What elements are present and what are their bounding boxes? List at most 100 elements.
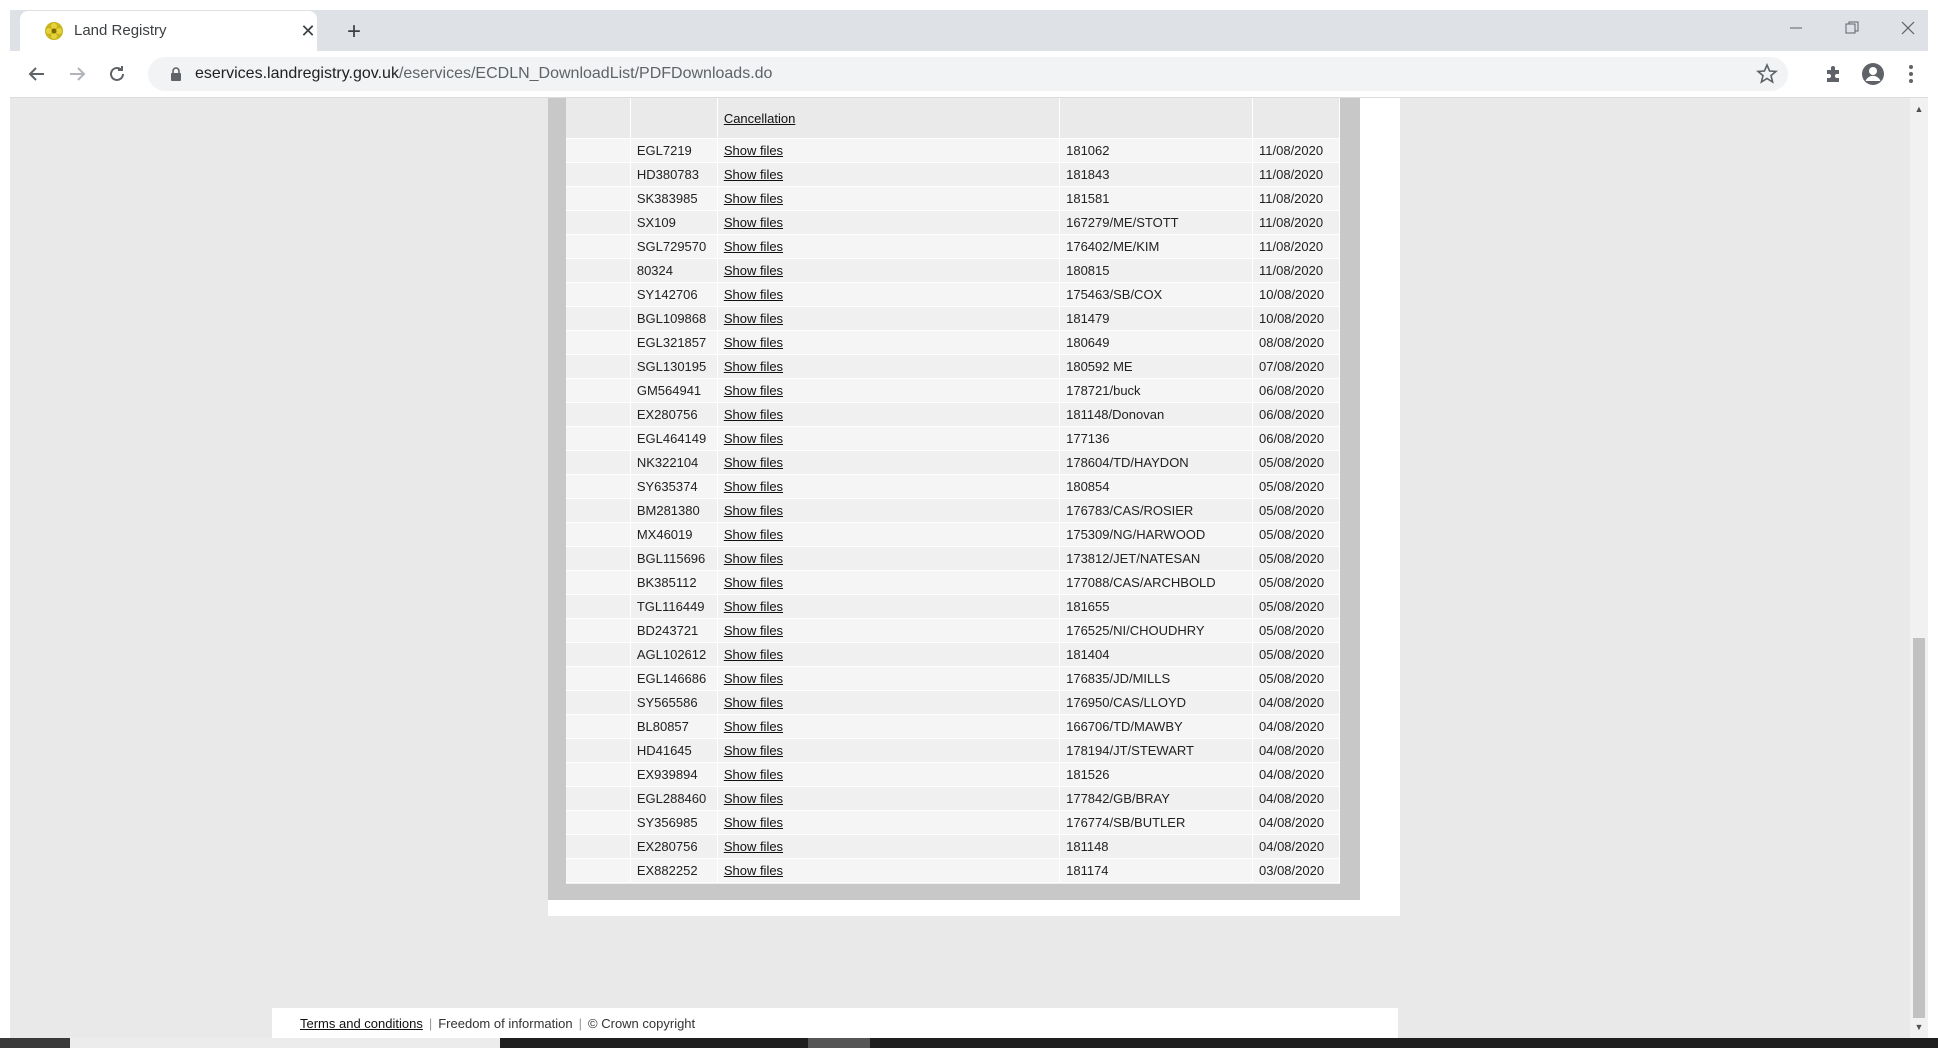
- extensions-puzzle-icon[interactable]: [1818, 59, 1848, 89]
- show-files-link[interactable]: Show files: [724, 599, 783, 614]
- scroll-up-arrow-icon[interactable]: ▲: [1910, 100, 1928, 118]
- cancellation-sort-link[interactable]: Cancellation: [724, 111, 796, 126]
- terms-link[interactable]: Terms and conditions: [300, 1016, 423, 1031]
- taskbar-start-area[interactable]: [0, 1038, 70, 1048]
- show-files-link[interactable]: Show files: [724, 815, 783, 830]
- show-files-link[interactable]: Show files: [724, 503, 783, 518]
- date-cell-text: 06/08/2020: [1259, 431, 1325, 446]
- close-tab-icon[interactable]: ✕: [297, 20, 319, 42]
- row-blank-cell: [566, 666, 631, 691]
- show-files-cell: Show files: [717, 786, 1061, 811]
- show-files-cell: Show files: [717, 834, 1061, 859]
- minimize-icon[interactable]: [1778, 14, 1814, 42]
- show-files-link[interactable]: Show files: [724, 167, 783, 182]
- reference-cell: 181581: [1059, 186, 1253, 211]
- show-files-link[interactable]: Show files: [724, 671, 783, 686]
- show-files-link[interactable]: Show files: [724, 143, 783, 158]
- reference-cell-text: 181148: [1066, 839, 1109, 854]
- scrollbar-thumb[interactable]: [1913, 638, 1925, 1018]
- show-files-link[interactable]: Show files: [724, 719, 783, 734]
- show-files-link[interactable]: Show files: [724, 767, 783, 782]
- show-files-link[interactable]: Show files: [724, 287, 783, 302]
- title-number-cell-text: EX939894: [636, 767, 698, 782]
- show-files-link[interactable]: Show files: [724, 551, 783, 566]
- reference-cell-text: 177088/CAS/ARCHBOLD: [1066, 575, 1216, 590]
- reference-cell: 176835/JD/MILLS: [1059, 666, 1253, 691]
- reference-cell: 181062: [1059, 138, 1253, 163]
- title-number-cell: EGL464149: [630, 426, 718, 451]
- show-files-link[interactable]: Show files: [724, 479, 783, 494]
- show-files-link[interactable]: Show files: [724, 191, 783, 206]
- more-menu-icon[interactable]: [1896, 59, 1926, 89]
- reference-cell: 181479: [1059, 306, 1253, 331]
- show-files-link[interactable]: Show files: [724, 839, 783, 854]
- table-row: SX109 Show files 167279/ME/STOTT 11/08/2020: [566, 210, 1340, 235]
- header-cell-date: [1252, 98, 1340, 139]
- table-row: 80324 Show files 180815 11/08/2020: [566, 258, 1340, 283]
- reference-cell: 181174: [1059, 858, 1253, 883]
- show-files-link[interactable]: Show files: [724, 359, 783, 374]
- profile-avatar-icon[interactable]: [1858, 59, 1888, 89]
- reference-cell: 178194/JT/STEWART: [1059, 738, 1253, 763]
- scroll-down-arrow-icon[interactable]: ▼: [1910, 1018, 1928, 1036]
- row-blank-cell: [566, 570, 631, 595]
- show-files-link[interactable]: Show files: [724, 743, 783, 758]
- show-files-link[interactable]: Show files: [724, 863, 783, 878]
- reload-icon[interactable]: [102, 59, 132, 89]
- address-bar[interactable]: eservices.landregistry.gov.uk/eservices/…: [148, 57, 1788, 91]
- show-files-link[interactable]: Show files: [724, 647, 783, 662]
- row-blank-cell: [566, 474, 631, 499]
- restore-icon[interactable]: [1834, 14, 1870, 42]
- show-files-link[interactable]: Show files: [724, 407, 783, 422]
- table-row: SY356985 Show files 176774/SB/BUTLER 04/08/…: [566, 810, 1340, 835]
- title-number-cell: SY565586: [630, 690, 718, 715]
- show-files-link[interactable]: Show files: [724, 455, 783, 470]
- show-files-cell: Show files: [717, 138, 1061, 163]
- row-blank-cell: [566, 234, 631, 259]
- taskbar-search-box[interactable]: [70, 1038, 500, 1048]
- show-files-link[interactable]: Show files: [724, 623, 783, 638]
- table-row: EGL146686 Show files 176835/JD/MILLS 05/08/…: [566, 666, 1340, 691]
- show-files-link[interactable]: Show files: [724, 239, 783, 254]
- bookmark-star-icon[interactable]: [1756, 63, 1778, 85]
- title-number-cell: AGL102612: [630, 642, 718, 667]
- title-number-cell-text: SY356985: [636, 815, 698, 830]
- table-row: EX939894 Show files 181526 04/08/2020: [566, 762, 1340, 787]
- show-files-link[interactable]: Show files: [724, 383, 783, 398]
- taskbar-active-app[interactable]: [808, 1038, 870, 1048]
- reference-cell-text: 175463/SB/COX: [1066, 287, 1163, 302]
- reference-cell: 181655: [1059, 594, 1253, 619]
- show-files-link[interactable]: Show files: [724, 791, 783, 806]
- date-cell-text: 11/08/2020: [1259, 215, 1324, 230]
- reference-cell: 180649: [1059, 330, 1253, 355]
- freedom-of-information-link[interactable]: Freedom of information: [438, 1016, 572, 1031]
- show-files-link[interactable]: Show files: [724, 335, 783, 350]
- show-files-cell: Show files: [717, 858, 1061, 883]
- show-files-link[interactable]: Show files: [724, 575, 783, 590]
- url-text[interactable]: eservices.landregistry.gov.uk/eservices/…: [195, 65, 772, 83]
- forward-arrow-icon[interactable]: [62, 59, 92, 89]
- show-files-link[interactable]: Show files: [724, 431, 783, 446]
- crown-copyright-link[interactable]: © Crown copyright: [588, 1016, 695, 1031]
- lock-icon[interactable]: [168, 66, 184, 82]
- show-files-link[interactable]: Show files: [724, 215, 783, 230]
- date-cell: 11/08/2020: [1252, 186, 1340, 211]
- table-row: BK385112 Show files 177088/CAS/ARCHBOLD 05/…: [566, 570, 1340, 595]
- show-files-link[interactable]: Show files: [724, 695, 783, 710]
- new-tab-icon[interactable]: +: [340, 18, 368, 46]
- close-window-icon[interactable]: [1890, 14, 1926, 42]
- show-files-link[interactable]: Show files: [724, 263, 783, 278]
- back-arrow-icon[interactable]: [22, 59, 52, 89]
- row-blank-cell: [566, 498, 631, 523]
- show-files-link[interactable]: Show files: [724, 527, 783, 542]
- reference-cell: 180592 ME: [1059, 354, 1253, 379]
- vertical-scrollbar[interactable]: ▲ ▼: [1910, 98, 1928, 1038]
- title-number-cell-text: BK385112: [636, 575, 697, 590]
- date-cell: 07/08/2020: [1252, 354, 1340, 379]
- title-number-cell-text: BGL115696: [636, 551, 706, 566]
- title-number-cell: 80324: [630, 258, 718, 283]
- show-files-link[interactable]: Show files: [724, 311, 783, 326]
- date-cell: 04/08/2020: [1252, 738, 1340, 763]
- row-blank-cell: [566, 546, 631, 571]
- browser-tab[interactable]: Land Registry ✕: [20, 11, 317, 51]
